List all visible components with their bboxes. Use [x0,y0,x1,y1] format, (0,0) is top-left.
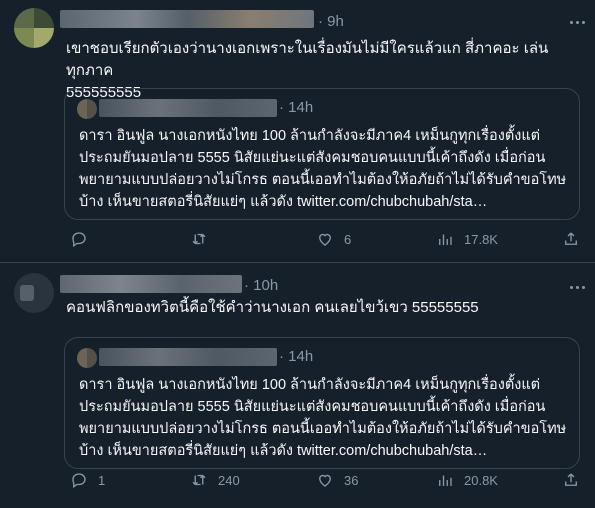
reply-icon [72,232,86,248]
author-name-redacted[interactable] [60,275,242,293]
timestamp-label: 10h [253,277,279,294]
reply-button[interactable] [70,230,98,248]
like-icon [319,474,331,487]
share-button[interactable] [562,230,580,248]
like-count: 6 [344,231,352,247]
quote-timestamp-label: 14h [288,99,314,116]
reply-icon [72,473,86,489]
quote-tweet[interactable]: · 14h ดารา อินฟูล นางเอกหนังไทย 100 ล้าน… [64,88,580,220]
quote-timestamp: · 14h [279,348,314,365]
quote-timestamp: · 14h [279,99,314,116]
like-button[interactable]: 6 [316,230,351,248]
views-count: 20.8K [464,472,498,488]
share-icon [565,232,577,245]
views-icon [439,234,452,245]
action-bar: 6 17.8K [66,230,586,252]
quote-avatar [77,348,97,368]
more-icon[interactable] [566,14,588,30]
retweet-count: 240 [218,472,240,488]
quote-avatar [77,99,97,119]
quote-author-redacted [99,348,277,366]
quote-text: ดารา อินฟูล นางเอกหนังไทย 100 ล้านกำลังจ… [79,377,567,459]
views-button[interactable]: 17.8K [436,230,498,248]
like-count: 36 [344,472,359,488]
retweet-icon [192,233,206,245]
views-button[interactable]: 20.8K [436,471,498,489]
action-bar: 1 240 36 20.8K [66,471,586,493]
timestamp[interactable]: · 10h [244,277,278,294]
quote-author-redacted [99,99,277,117]
avatar[interactable] [14,273,54,313]
retweet-icon [192,474,206,486]
tweet[interactable]: · 9h เขาชอบเรียกตัวเองว่านางเอกเพราะในเร… [0,0,595,262]
share-icon [565,473,577,486]
more-icon[interactable] [566,279,588,295]
avatar[interactable] [14,8,54,48]
timestamp[interactable]: · 9h [318,13,344,30]
quote-timestamp-label: 14h [288,348,314,365]
retweet-button[interactable]: 240 [190,471,240,489]
views-count: 17.8K [464,231,498,247]
timestamp-label: 9h [327,13,344,30]
quote-text: ดารา อินฟูล นางเอกหนังไทย 100 ล้านกำลังจ… [79,128,567,210]
reply-count: 1 [98,472,106,488]
author-name-redacted[interactable] [60,10,314,28]
tweet-text: คอนฟลิกของทวิตนี้คือใช้คำว่านางเอก คนเลย… [66,299,479,316]
like-button[interactable]: 36 [316,471,358,489]
views-icon [439,475,452,486]
reply-button[interactable]: 1 [70,471,105,489]
like-icon [319,233,331,246]
quote-tweet[interactable]: · 14h ดารา อินฟูล นางเอกหนังไทย 100 ล้าน… [64,337,580,469]
share-button[interactable] [562,471,580,489]
tweet[interactable]: · 10h คอนฟลิกของทวิตนี้คือใช้คำว่านางเอก… [0,263,595,508]
retweet-button[interactable] [190,230,218,248]
